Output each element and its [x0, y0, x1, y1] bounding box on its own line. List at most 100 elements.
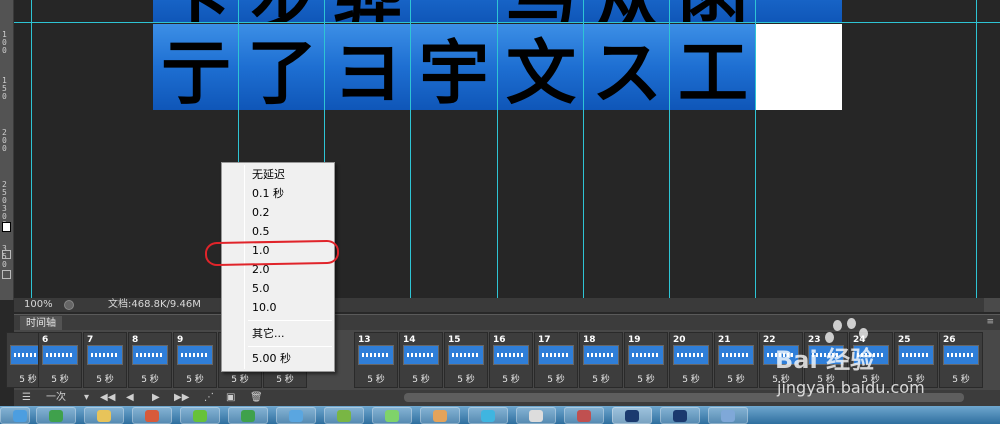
taskbar-app[interactable]: [468, 407, 508, 424]
frame[interactable]: 14 5 秒: [399, 332, 443, 388]
frame-delay[interactable]: 5 秒: [174, 372, 216, 385]
frame[interactable]: 20 5 秒: [669, 332, 713, 388]
tab-timeline[interactable]: 时间轴: [20, 316, 62, 331]
taskbar-app[interactable]: [228, 407, 268, 424]
next-frame-icon[interactable]: ▶▶: [174, 390, 189, 406]
frame[interactable]: 21 5 秒: [714, 332, 758, 388]
share-icon[interactable]: [64, 300, 74, 310]
frame[interactable]: 15 5 秒: [444, 332, 488, 388]
slice-tile: 函: [670, 0, 756, 23]
frame[interactable]: 25 5 秒: [894, 332, 938, 388]
frame-delay[interactable]: 5 秒: [39, 372, 81, 385]
frame-delay[interactable]: 5 秒: [490, 372, 532, 385]
tile-glyph: 函: [678, 0, 748, 23]
taskbar-app[interactable]: [276, 407, 316, 424]
frame-delay[interactable]: 5 秒: [264, 372, 306, 385]
menu-item-5.0[interactable]: 5.0: [252, 280, 332, 298]
taskbar-app[interactable]: [84, 407, 124, 424]
frame[interactable]: 26 5 秒: [939, 332, 983, 388]
frame-delay[interactable]: 5 秒: [760, 372, 802, 385]
vertical-guide[interactable]: [669, 0, 670, 298]
frame-thumbnail: [538, 345, 574, 365]
menu-item-0.2[interactable]: 0.2: [252, 204, 332, 222]
frame-delay[interactable]: 5 秒: [670, 372, 712, 385]
frame-delay[interactable]: 5 秒: [355, 372, 397, 385]
frame[interactable]: 22 5 秒: [759, 332, 803, 388]
document-info[interactable]: 文档:468.8K/9.46M: [108, 298, 201, 312]
frame[interactable]: 7 5 秒: [83, 332, 127, 388]
zoom-level[interactable]: 100%: [24, 298, 53, 312]
document-canvas[interactable]: 卞 步 骅 马 从 函 亍 了 ヨ: [14, 0, 1000, 298]
frame[interactable]: 6 5 秒: [38, 332, 82, 388]
frame-thumbnail: [403, 345, 439, 365]
menu-item-0.1[interactable]: 0.1 秒: [252, 185, 332, 203]
quick-mask-icon[interactable]: [2, 250, 11, 259]
timeline-scrollbar[interactable]: [404, 393, 964, 402]
delete-frame-icon[interactable]: 🗑: [250, 390, 263, 406]
app-icon: [337, 410, 351, 422]
loop-select[interactable]: 一次: [46, 390, 66, 406]
duplicate-frame-icon[interactable]: ▣: [226, 390, 235, 406]
menu-item-no-delay[interactable]: 无延迟: [252, 166, 332, 184]
frame-delay[interactable]: 5 秒: [805, 372, 847, 385]
frame[interactable]: 13 5 秒: [354, 332, 398, 388]
frame-delay[interactable]: 5 秒: [895, 372, 937, 385]
horizontal-guide[interactable]: [14, 22, 1000, 23]
menu-item-0.5[interactable]: 0.5: [252, 223, 332, 241]
taskbar-app[interactable]: [660, 407, 700, 424]
screen-mode-icon[interactable]: [2, 270, 11, 279]
taskbar-app[interactable]: [420, 407, 460, 424]
frame-delay[interactable]: 5 秒: [84, 372, 126, 385]
vertical-guide[interactable]: [583, 0, 584, 298]
taskbar-app[interactable]: [180, 407, 220, 424]
frame-delay[interactable]: 5 秒: [940, 372, 982, 385]
frame-delay[interactable]: 5 秒: [400, 372, 442, 385]
frame[interactable]: 23 5 秒: [804, 332, 848, 388]
frame-thumbnail: [177, 345, 213, 365]
taskbar-app[interactable]: [372, 407, 412, 424]
frame[interactable]: 16 5 秒: [489, 332, 533, 388]
prev-frame-icon[interactable]: ◀: [126, 390, 134, 406]
menu-item-other[interactable]: 其它...: [252, 325, 332, 343]
play-icon[interactable]: ▶: [152, 390, 160, 406]
taskbar-app[interactable]: [612, 407, 652, 424]
taskbar-app[interactable]: [36, 407, 76, 424]
frame[interactable]: 24 5 秒: [849, 332, 893, 388]
frame-delay[interactable]: 5 秒: [580, 372, 622, 385]
panel-menu-icon[interactable]: ≡: [986, 317, 994, 327]
vertical-guide[interactable]: [976, 0, 977, 298]
slice-tile: 了: [239, 24, 325, 110]
vertical-guide[interactable]: [410, 0, 411, 298]
vertical-guide[interactable]: [31, 0, 32, 298]
convert-timeline-icon[interactable]: ☰: [22, 390, 31, 406]
frame[interactable]: 17 5 秒: [534, 332, 578, 388]
tile-glyph: 步: [247, 0, 317, 23]
frame-delay[interactable]: 5 秒: [445, 372, 487, 385]
frame[interactable]: 19 5 秒: [624, 332, 668, 388]
frame-delay[interactable]: 5 秒: [715, 372, 757, 385]
frame-number: 17: [538, 335, 551, 345]
chevron-down-icon[interactable]: ▾: [84, 390, 89, 406]
frame-delay[interactable]: 5 秒: [535, 372, 577, 385]
taskbar-app[interactable]: [132, 407, 172, 424]
tween-icon[interactable]: ⋰: [204, 390, 214, 406]
frame-delay[interactable]: 5 秒: [129, 372, 171, 385]
frame-delay[interactable]: 5 秒: [850, 372, 892, 385]
taskbar-app[interactable]: [324, 407, 364, 424]
vertical-guide[interactable]: [497, 0, 498, 298]
frame[interactable]: 8 5 秒: [128, 332, 172, 388]
frame[interactable]: 9 5 秒: [173, 332, 217, 388]
frame[interactable]: 18 5 秒: [579, 332, 623, 388]
menu-item-10.0[interactable]: 10.0: [252, 299, 332, 317]
menu-item-current[interactable]: 5.00 秒: [252, 350, 332, 368]
first-frame-icon[interactable]: ◀◀: [100, 390, 115, 406]
foreground-color-swatch[interactable]: [2, 222, 11, 232]
start-button[interactable]: [0, 407, 30, 424]
frame-delay[interactable]: 5 秒: [625, 372, 667, 385]
vertical-guide[interactable]: [755, 0, 756, 298]
taskbar-app[interactable]: [708, 407, 748, 424]
tile-glyph: 了: [247, 31, 317, 110]
taskbar-app[interactable]: [564, 407, 604, 424]
taskbar-app[interactable]: [516, 407, 556, 424]
frame-delay[interactable]: 5 秒: [219, 372, 261, 385]
